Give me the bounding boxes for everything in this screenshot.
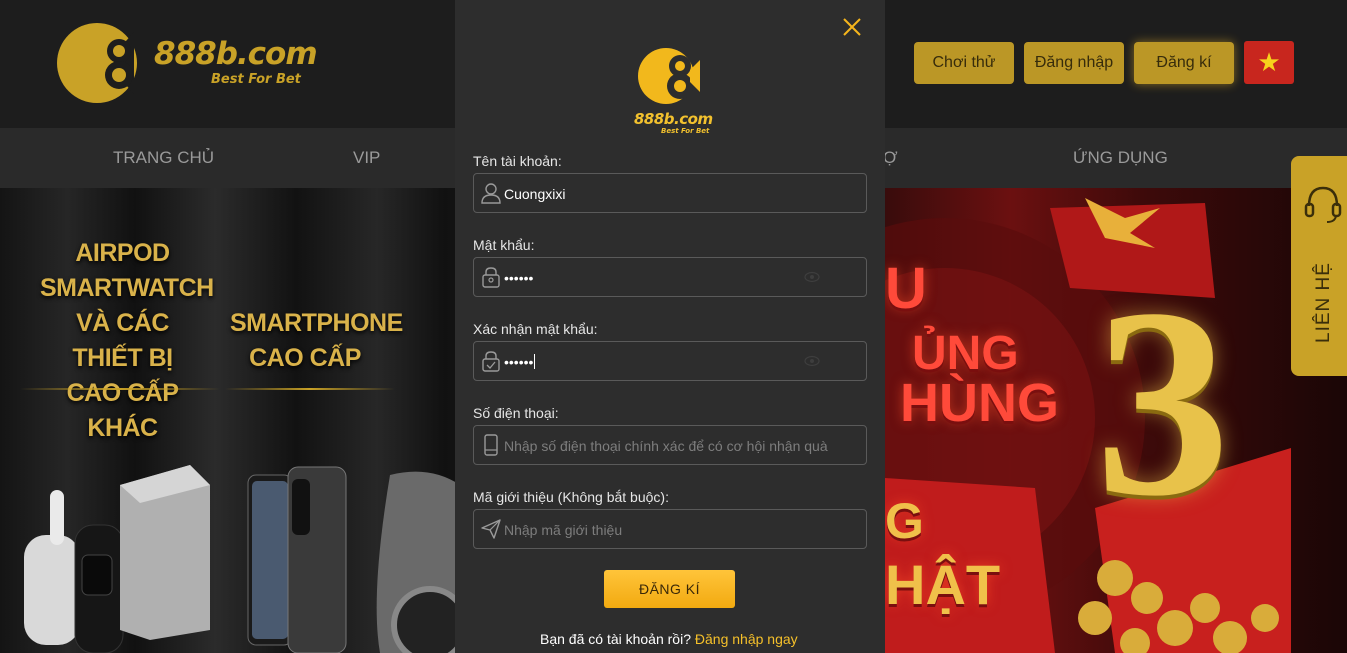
username-field[interactable]: Cuongxixi [473,173,867,213]
divider [225,388,395,390]
nav-item-home[interactable]: TRANG CHỦ [113,148,214,168]
username-value: Cuongxixi [504,186,566,202]
nav-item-support[interactable]: Ợ [883,148,898,168]
eye-icon[interactable] [804,355,820,367]
phone-placeholder: Nhập số điện thoại chính xác để có cơ hộ… [504,438,828,454]
confirm-password-field[interactable]: •••••• [473,341,867,381]
lock-check-icon [482,351,500,372]
send-icon [481,519,501,539]
promo-line: SMARTPHONE [230,309,403,337]
login-now-link[interactable]: Đăng nhập ngay [695,631,798,647]
password-field[interactable]: •••••• [473,257,867,297]
headset-icon [1304,186,1342,223]
lock-icon [482,267,500,288]
banner-headline: U [885,256,927,321]
nav-item-vip[interactable]: VIP [353,148,380,168]
login-button[interactable]: Đăng nhập [1024,42,1124,84]
confirm-password-text: •••••• [504,354,534,370]
logo-tagline: Best For Bet [211,72,301,87]
text-caret [534,354,536,369]
register-button[interactable]: Đăng kí [1134,42,1234,84]
confirm-password-label: Xác nhận mật khẩu: [473,321,598,337]
banner-number-3: 3 [1095,253,1230,552]
close-icon[interactable] [841,16,863,38]
vietnam-flag-star-icon: ★ [1257,47,1281,77]
banner-headline: HÙNG [900,373,1059,433]
nav-item-app[interactable]: ỨNG DỤNG [1073,148,1168,168]
promo-text-accessories: AIRPOD SMARTWATCH VÀ CÁC THIẾT BỊ CAO CẤ… [40,236,214,446]
promo-line: CAO CẤP KHÁC [66,379,179,442]
login-prompt-text: Bạn đã có tài khoản rồi? [540,631,691,647]
promo-text-smartphone: SMARTPHONE CAO CẤP [230,306,403,376]
phone-label: Số điện thoại: [473,405,559,421]
logo-mark-icon [57,23,137,103]
page: 888b.com Best For Bet Chơi thử Đăng nhập… [0,0,1347,653]
promo-line: CAO CẤP [249,344,361,372]
password-value: •••••• [504,270,534,286]
promo-line: SMARTWATCH [40,274,214,302]
logo-text: 888b.com [154,36,318,72]
password-label: Mật khẩu: [473,237,535,253]
modal-logo-text: 888b.com [634,110,713,128]
language-flag-button[interactable]: ★ [1244,41,1294,84]
register-submit-button[interactable]: ĐĂNG KÍ [604,570,735,608]
login-prompt: Bạn đã có tài khoản rồi? Đăng nhập ngay [540,631,798,647]
eye-icon[interactable] [804,271,820,283]
promo-devices-image [24,465,460,653]
promo-line: AIRPOD [75,239,170,267]
mobile-phone-icon [484,434,498,456]
promo-line: VÀ CÁC THIẾT BỊ [72,309,173,372]
phone-field[interactable]: Nhập số điện thoại chính xác để có cơ hộ… [473,425,867,465]
username-label: Tên tài khoản: [473,153,562,169]
banner-headline: HẬT [885,553,1001,616]
referral-placeholder: Nhập mã giới thiệu [504,522,623,538]
contact-tab-label: LIÊN HỆ [1313,262,1334,343]
confirm-password-value: •••••• [504,354,536,370]
referral-label: Mã giới thiệu (Không bắt buộc): [473,489,669,505]
divider [20,388,220,390]
referral-field[interactable]: Nhập mã giới thiệu [473,509,867,549]
try-play-button[interactable]: Chơi thử [914,42,1014,84]
modal-logo-tagline: Best For Bet [661,127,710,135]
user-icon [481,183,501,204]
banner-headline: G [885,493,924,549]
site-logo[interactable]: 888b.com Best For Bet [56,22,318,104]
